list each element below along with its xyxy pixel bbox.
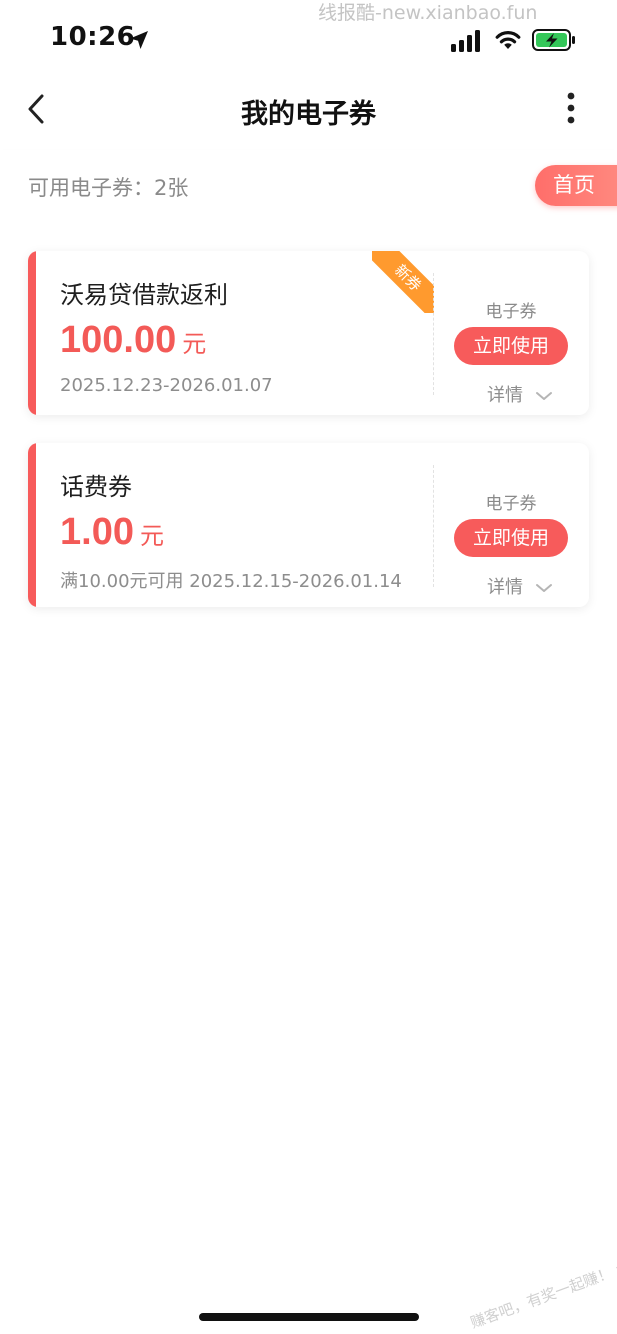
status-time: 10:26 <box>50 22 136 52</box>
coupon-amount: 100.00 元 <box>60 319 206 362</box>
watermark-text-top: 线报酷-new.xianbao.fun <box>318 2 538 24</box>
details-label: 详情 <box>487 385 523 406</box>
coupon-validity: 2025.12.23-2026.01.07 <box>60 375 273 396</box>
coupon-accent-stripe <box>28 443 36 607</box>
wifi-icon <box>495 31 521 49</box>
coupon-amount-unit: 元 <box>182 330 207 358</box>
coupon-divider <box>433 273 434 395</box>
details-label: 详情 <box>487 577 523 598</box>
cellular-signal-icon <box>451 30 480 52</box>
new-badge: 新券 <box>372 251 434 313</box>
location-arrow-icon <box>130 31 148 49</box>
home-indicator[interactable] <box>199 1313 419 1321</box>
chevron-down-icon <box>535 392 552 400</box>
use-now-button[interactable]: 立即使用 <box>454 519 568 557</box>
details-toggle[interactable]: 详情 <box>487 573 553 599</box>
coupon-divider <box>433 465 434 587</box>
coupon-amount-unit: 元 <box>139 522 164 550</box>
page-title: 我的电子券 <box>241 99 376 130</box>
status-bar: 线报酷-new.xianbao.fun 10:26 <box>0 0 617 80</box>
new-badge-corner: 新券 <box>372 251 434 313</box>
coupon-title: 沃易贷借款返利 <box>60 281 228 309</box>
summary-bar: 可用电子券：2张 首页 <box>0 150 617 226</box>
coupon-validity: 满10.00元可用 2025.12.15-2026.01.14 <box>60 571 402 592</box>
coupon-type-label: 电子券 <box>485 302 537 322</box>
nav-bar: 我的电子券 <box>0 80 617 142</box>
available-coupon-count: 可用电子券：2张 <box>28 176 189 200</box>
more-vertical-icon[interactable] <box>560 90 582 130</box>
coupon-card[interactable]: 沃易贷借款返利 100.00 元 2025.12.23-2026.01.07 新券… <box>28 251 589 415</box>
coupon-accent-stripe <box>28 251 36 415</box>
coupon-amount-value: 1.00 <box>60 511 134 553</box>
home-button[interactable]: 首页 <box>535 165 617 206</box>
coupon-amount-value: 100.00 <box>60 319 177 361</box>
coupon-type-label: 电子券 <box>485 494 537 514</box>
coupon-title: 话费券 <box>60 473 132 501</box>
battery-charging-icon <box>532 29 575 51</box>
details-toggle[interactable]: 详情 <box>487 381 553 407</box>
page: 线报酷-new.xianbao.fun 10:26 我的电子券 可用电子券：2张… <box>0 0 617 1334</box>
coupon-card[interactable]: 话费券 1.00 元 满10.00元可用 2025.12.15-2026.01.1… <box>28 443 589 607</box>
coupon-amount: 1.00 元 <box>60 511 164 554</box>
use-now-button[interactable]: 立即使用 <box>454 327 568 365</box>
chevron-down-icon <box>535 584 552 592</box>
